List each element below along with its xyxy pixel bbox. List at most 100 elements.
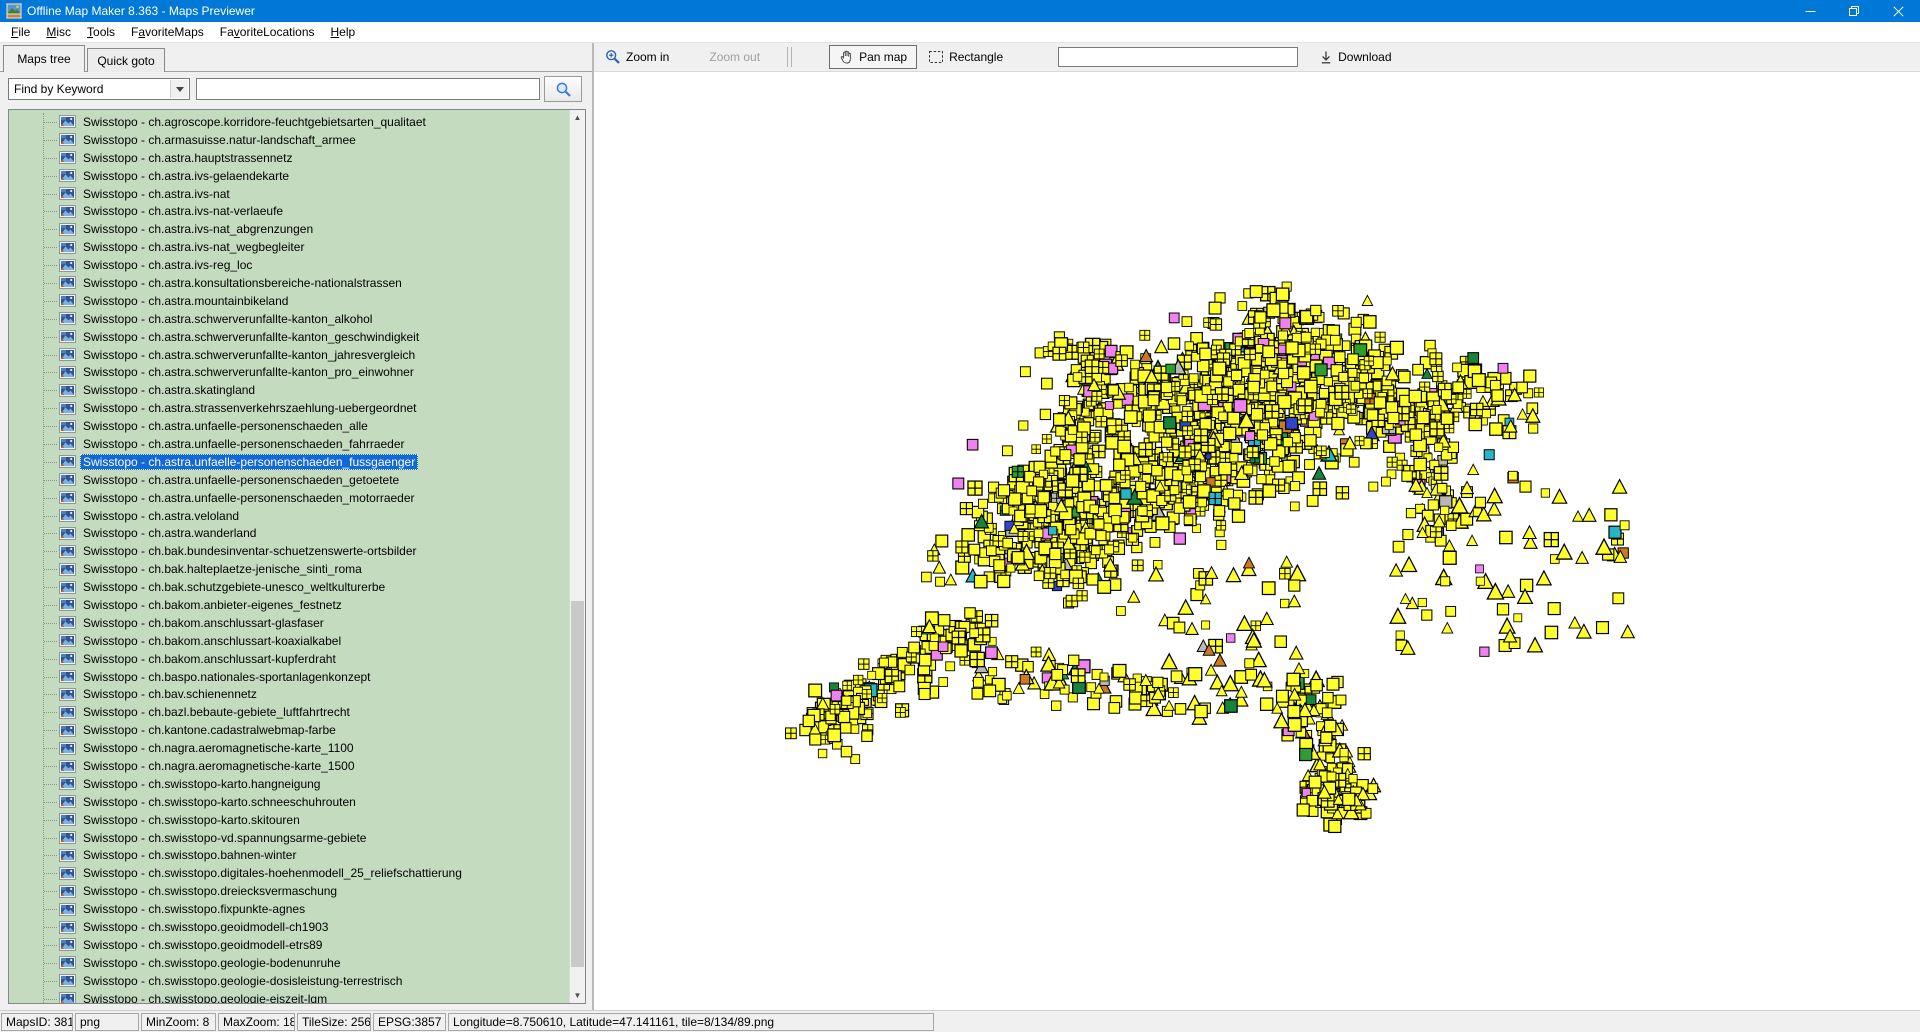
tree-item[interactable]: Swisstopo - ch.astra.schwerverunfallte-k…	[9, 346, 569, 364]
tree-item-label: Swisstopo - ch.bak.schutzgebiete-unesco_…	[83, 580, 386, 595]
title-bar: Offline Map Maker 8.363 - Maps Previewer	[0, 0, 1920, 22]
tree-item[interactable]: Swisstopo - ch.bakom.anschlussart-koaxia…	[9, 632, 569, 650]
tree-item[interactable]: Swisstopo - ch.swisstopo.geologie-bodenu…	[9, 954, 569, 972]
tree-item[interactable]: Swisstopo - ch.astra.unfaelle-personensc…	[9, 453, 569, 471]
tab-maps-tree[interactable]: Maps tree	[3, 45, 85, 72]
tree-item[interactable]: Swisstopo - ch.bakom.anschlussart-kupfer…	[9, 650, 569, 668]
tree-item[interactable]: Swisstopo - ch.astra.ivs-nat	[9, 185, 569, 203]
scrollbar-up-icon[interactable]: ▲	[570, 110, 585, 125]
tree-item[interactable]: Swisstopo - ch.astra.ivs-nat-verlaeufe	[9, 202, 569, 220]
tree-item-label: Swisstopo - ch.bazl.bebaute-gebiete_luft…	[83, 705, 350, 720]
toolbar-input[interactable]	[1058, 47, 1299, 67]
tree-item[interactable]: Swisstopo - ch.swisstopo.fixpunkte-agnes	[9, 900, 569, 918]
tree-item[interactable]: Swisstopo - ch.swisstopo.dreiecksvermasc…	[9, 882, 569, 900]
search-filter-dropdown[interactable]: Find by Keyword	[8, 78, 190, 100]
map-layer-icon	[59, 187, 76, 200]
menu-favoritemaps[interactable]: FavoriteMaps	[123, 23, 212, 41]
tree-item[interactable]: Swisstopo - ch.astra.ivs-nat_wegbegleite…	[9, 238, 569, 256]
rectangle-button[interactable]: Rectangle	[923, 47, 1008, 67]
maps-tree: Swisstopo - ch.agroscope.korridore-feuch…	[8, 109, 586, 1004]
scrollbar-down-icon[interactable]: ▼	[570, 988, 585, 1003]
tree-scrollbar[interactable]: ▲ ▼	[569, 110, 585, 1003]
search-icon	[556, 82, 571, 97]
tree-item[interactable]: Swisstopo - ch.swisstopo.geologie-eiszei…	[9, 990, 569, 1003]
tree-item[interactable]: Swisstopo - ch.baspo.nationales-sportanl…	[9, 668, 569, 686]
tree-item[interactable]: Swisstopo - ch.astra.ivs-gelaendekarte	[9, 167, 569, 185]
tree-item[interactable]: Swisstopo - ch.astra.ivs-nat_abgrenzunge…	[9, 220, 569, 238]
search-button[interactable]	[544, 76, 582, 102]
zoom-in-button[interactable]: Zoom in	[600, 46, 674, 68]
pan-map-button[interactable]: Pan map	[829, 45, 918, 69]
tree-item-label: Swisstopo - ch.astra.schwerverunfallte-k…	[83, 365, 414, 380]
tab-strip: Maps tree Quick goto	[0, 43, 594, 72]
window-controls	[1788, 0, 1920, 22]
tree-item[interactable]: Swisstopo - ch.kantone.cadastralwebmap-f…	[9, 721, 569, 739]
tree-item[interactable]: Swisstopo - ch.astra.unfaelle-personensc…	[9, 417, 569, 435]
scrollbar-thumb[interactable]	[571, 601, 584, 968]
menu-help[interactable]: Help	[323, 23, 364, 41]
tree-item[interactable]: Swisstopo - ch.astra.mountainbikeland	[9, 292, 569, 310]
tree-item[interactable]: Swisstopo - ch.astra.wanderland	[9, 524, 569, 542]
tree-item[interactable]: Swisstopo - ch.astra.unfaelle-personensc…	[9, 489, 569, 507]
tree-item[interactable]: Swisstopo - ch.bav.schienennetz	[9, 686, 569, 704]
pan-map-label: Pan map	[859, 50, 908, 64]
tree-item[interactable]: Swisstopo - ch.astra.strassenverkehrszae…	[9, 399, 569, 417]
tree-item[interactable]: Swisstopo - ch.astra.veloland	[9, 507, 569, 525]
tree-item[interactable]: Swisstopo - ch.astra.schwerverunfallte-k…	[9, 328, 569, 346]
tree-item[interactable]: Swisstopo - ch.swisstopo.digitales-hoehe…	[9, 864, 569, 882]
tree-item[interactable]: Swisstopo - ch.nagra.aeromagnetische-kar…	[9, 739, 569, 757]
menu-file[interactable]: File	[3, 23, 38, 41]
tree-item[interactable]: Swisstopo - ch.bak.bundesinventar-schuet…	[9, 542, 569, 560]
tree-item[interactable]: Swisstopo - ch.bak.halteplaetze-jenische…	[9, 560, 569, 578]
map-canvas[interactable]	[594, 72, 1920, 1010]
tree-item[interactable]: Swisstopo - ch.nagra.aeromagnetische-kar…	[9, 757, 569, 775]
tree-item[interactable]: Swisstopo - ch.bazl.bebaute-gebiete_luft…	[9, 703, 569, 721]
restore-button[interactable]	[1832, 0, 1876, 22]
tree-item[interactable]: Swisstopo - ch.bak.schutzgebiete-unesco_…	[9, 578, 569, 596]
tree-item[interactable]: Swisstopo - ch.swisstopo.geoidmodell-ch1…	[9, 918, 569, 936]
tree-item[interactable]: Swisstopo - ch.swisstopo.bahnen-winter	[9, 847, 569, 865]
map-markers-layer[interactable]	[594, 72, 1920, 1010]
close-button[interactable]	[1876, 0, 1920, 22]
map-layer-icon	[59, 473, 76, 487]
tree-item-label: Swisstopo - ch.astra.veloland	[83, 508, 240, 523]
tree-item[interactable]: Swisstopo - ch.swisstopo.geologie-dosisl…	[9, 972, 569, 990]
tree-item-label: Swisstopo - ch.bav.schienennetz	[83, 687, 257, 702]
tree-item-label: Swisstopo - ch.swisstopo.bahnen-winter	[83, 848, 297, 863]
map-layer-icon	[59, 902, 76, 916]
status-coordinates: Longitude=8.750610, Latitude=47.141161, …	[448, 1012, 934, 1031]
tree-item[interactable]: Swisstopo - ch.astra.skatingland	[9, 381, 569, 399]
tree-item[interactable]: Swisstopo - ch.bakom.anbieter-eigenes_fe…	[9, 596, 569, 614]
tree-item[interactable]: Swisstopo - ch.swisstopo.geoidmodell-etr…	[9, 936, 569, 954]
menu-tools[interactable]: Tools	[79, 23, 123, 41]
tree-item[interactable]: Swisstopo - ch.swisstopo-vd.spannungsarm…	[9, 829, 569, 847]
dropdown-arrow-button[interactable]	[170, 80, 188, 98]
download-button[interactable]: Download	[1314, 47, 1396, 68]
tree-item[interactable]: Swisstopo - ch.swisstopo-karto.skitouren	[9, 811, 569, 829]
tree-item-label: Swisstopo - ch.astra.ivs-reg_loc	[83, 258, 253, 273]
tree-item[interactable]: Swisstopo - ch.astra.unfaelle-personensc…	[9, 471, 569, 489]
map-layer-icon	[59, 240, 76, 254]
tab-quick-goto[interactable]: Quick goto	[87, 48, 165, 72]
tree-item[interactable]: Swisstopo - ch.astra.unfaelle-personensc…	[9, 435, 569, 453]
tree-item[interactable]: Swisstopo - ch.astra.hauptstrassennetz	[9, 149, 569, 167]
tree-item[interactable]: Swisstopo - ch.astra.schwerverunfallte-k…	[9, 310, 569, 328]
search-input[interactable]	[196, 78, 540, 100]
tree-item[interactable]: Swisstopo - ch.armasuisse.natur-landscha…	[9, 131, 569, 149]
tree-item[interactable]: Swisstopo - ch.swisstopo-karto.schneesch…	[9, 793, 569, 811]
tree-item[interactable]: Swisstopo - ch.agroscope.korridore-feuch…	[9, 113, 569, 131]
map-layer-icon	[59, 133, 76, 147]
menu-favoritelocations[interactable]: FavoriteLocations	[212, 23, 323, 41]
rectangle-icon	[929, 51, 944, 63]
tree-item[interactable]: Swisstopo - ch.bakom.anschlussart-glasfa…	[9, 614, 569, 632]
tree-item[interactable]: Swisstopo - ch.astra.konsultationsbereic…	[9, 274, 569, 292]
tree-item[interactable]: Swisstopo - ch.swisstopo-karto.hangneigu…	[9, 775, 569, 793]
map-layer-icon	[59, 992, 76, 1003]
menu-misc[interactable]: Misc	[38, 23, 79, 41]
minimize-button[interactable]	[1788, 0, 1832, 22]
tree-item-label: Swisstopo - ch.astra.ivs-gelaendekarte	[83, 168, 290, 183]
map-layer-icon	[59, 956, 76, 970]
tree-item[interactable]: Swisstopo - ch.astra.ivs-reg_loc	[9, 256, 569, 274]
zoom-out-button[interactable]: Zoom out	[704, 47, 765, 67]
tree-item[interactable]: Swisstopo - ch.astra.schwerverunfallte-k…	[9, 363, 569, 381]
